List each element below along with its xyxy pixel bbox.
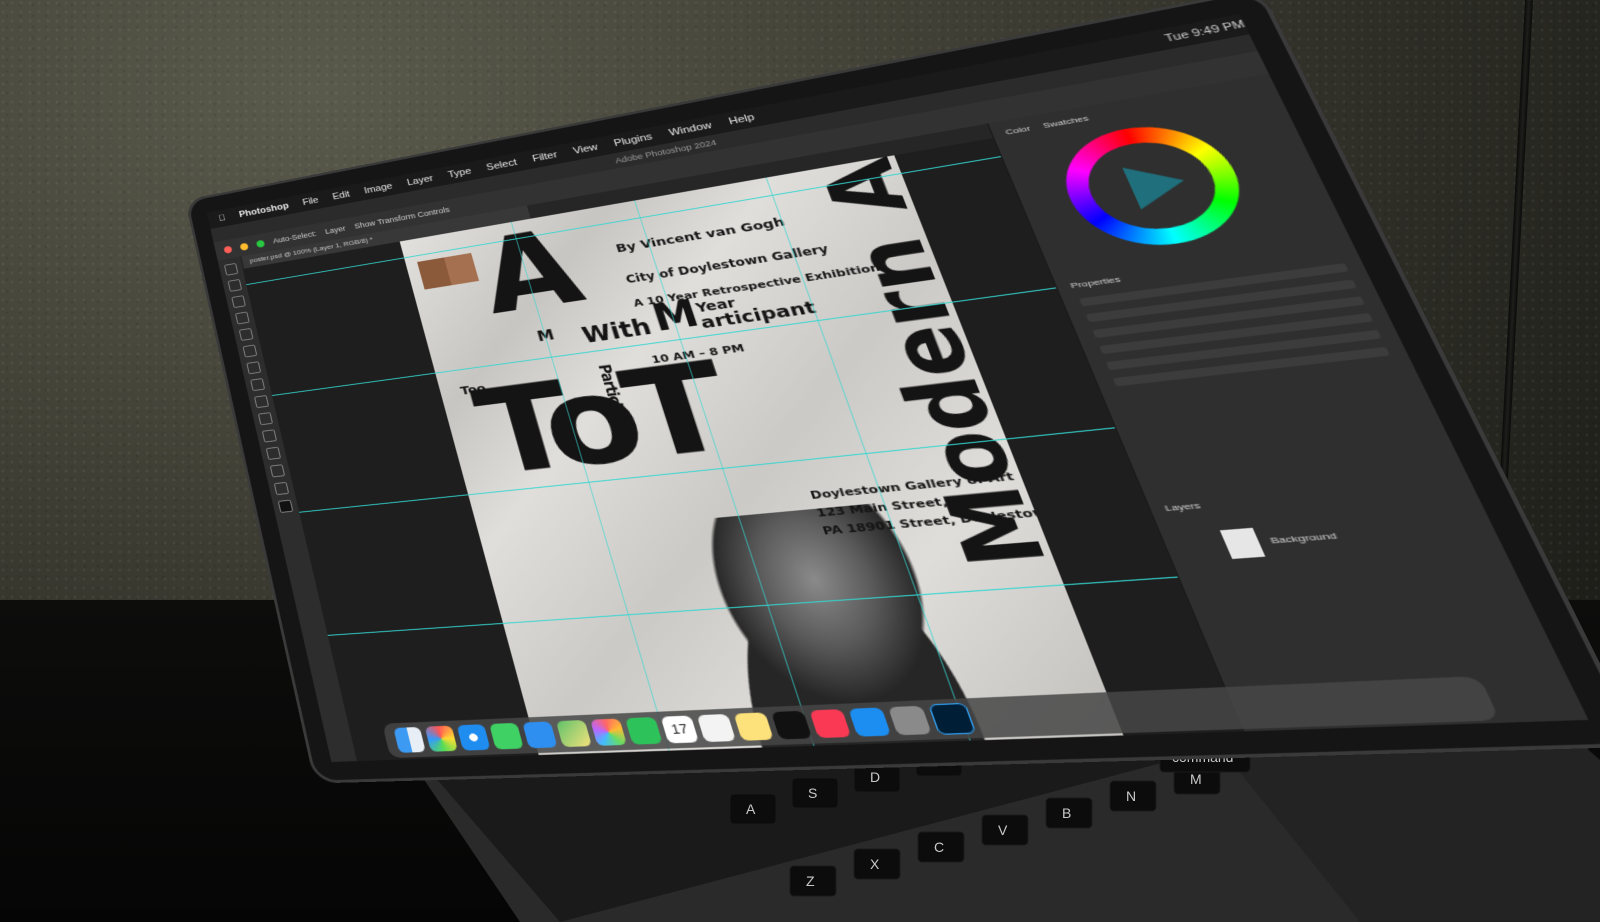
minimize-window-icon[interactable] xyxy=(239,242,249,251)
color-triangle[interactable] xyxy=(1122,159,1194,210)
maps-icon[interactable] xyxy=(555,719,592,748)
keyboard-key-label: M xyxy=(1190,771,1202,787)
facetime-icon[interactable] xyxy=(625,717,663,745)
settings-icon[interactable] xyxy=(887,705,932,736)
keyboard-key-label: S xyxy=(808,785,817,801)
menu-filter[interactable]: Filter xyxy=(531,150,559,164)
tab-properties[interactable]: Properties xyxy=(1069,275,1122,291)
mail-icon[interactable] xyxy=(522,721,558,749)
auto-select-label[interactable]: Auto-Select: xyxy=(272,229,317,245)
tv-icon[interactable] xyxy=(771,710,813,740)
keyboard-key-label: C xyxy=(934,839,944,855)
reminders-icon[interactable] xyxy=(696,713,737,743)
layer-dropdown[interactable]: Layer xyxy=(324,224,346,235)
color-panel-tabs: Color Swatches xyxy=(1004,114,1090,137)
stamp-tool-icon[interactable] xyxy=(246,361,262,375)
tab-swatches[interactable]: Swatches xyxy=(1041,114,1090,130)
photo-scene: `1234567890-=QWERTYUIOPASDFGHJKLZXCVBNMc… xyxy=(0,0,1600,922)
color-swatch-block xyxy=(417,252,480,290)
zoom-tool-icon[interactable] xyxy=(273,481,290,496)
appstore-icon[interactable] xyxy=(848,707,892,737)
keyboard-key-label: D xyxy=(870,769,880,785)
shape-tool-icon[interactable] xyxy=(265,446,282,460)
gradient-tool-icon[interactable] xyxy=(254,395,270,409)
move-tool-icon[interactable] xyxy=(223,262,239,276)
menu-edit[interactable]: Edit xyxy=(332,189,351,201)
messages-icon[interactable] xyxy=(489,722,524,750)
menu-select[interactable]: Select xyxy=(485,158,518,173)
crop-tool-icon[interactable] xyxy=(235,311,250,325)
color-wheel[interactable] xyxy=(1045,114,1263,256)
keyboard-key-label: N xyxy=(1126,788,1136,804)
menu-view[interactable]: View xyxy=(572,142,599,156)
poster-artboard[interactable]: A M Too 14 ToT Participant By Vincent va… xyxy=(399,155,1124,756)
color-wheel-center xyxy=(1073,133,1233,237)
eraser-tool-icon[interactable] xyxy=(250,378,266,392)
hand-tool-icon[interactable] xyxy=(269,464,286,478)
brush-tool-icon[interactable] xyxy=(242,344,258,358)
menu-help[interactable]: Help xyxy=(727,112,756,127)
keyboard-key-label: V xyxy=(998,822,1008,838)
pen-tool-icon[interactable] xyxy=(257,412,274,426)
type-tool-icon[interactable] xyxy=(261,429,278,443)
eyedropper-tool-icon[interactable] xyxy=(238,327,254,341)
notes-icon[interactable] xyxy=(733,712,774,741)
zoom-window-icon[interactable] xyxy=(255,239,266,248)
apple-icon[interactable]:  xyxy=(218,213,227,223)
menu-layer[interactable]: Layer xyxy=(406,174,434,188)
finder-icon[interactable] xyxy=(393,726,426,753)
safari-icon[interactable] xyxy=(456,724,491,751)
close-window-icon[interactable] xyxy=(223,245,233,254)
launchpad-icon[interactable] xyxy=(424,725,458,752)
menu-file[interactable]: File xyxy=(302,195,320,207)
keyboard-key-label: Z xyxy=(806,873,815,889)
menu-type[interactable]: Type xyxy=(447,166,473,180)
foreground-color-swatch[interactable] xyxy=(277,499,294,513)
poster-big-tot: ToT xyxy=(462,337,741,503)
photos-icon[interactable] xyxy=(590,718,628,746)
keyboard-key-label: X xyxy=(870,856,880,872)
photoshop-icon[interactable] xyxy=(928,702,977,735)
tab-color[interactable]: Color xyxy=(1004,124,1032,136)
layer-name[interactable]: Background xyxy=(1269,531,1339,546)
marquee-tool-icon[interactable] xyxy=(227,279,243,292)
menu-image[interactable]: Image xyxy=(363,181,394,196)
poster-big-a: A xyxy=(466,207,590,339)
lasso-tool-icon[interactable] xyxy=(231,295,246,309)
tab-layers[interactable]: Layers xyxy=(1163,501,1202,514)
music-icon[interactable] xyxy=(809,709,852,739)
keyboard-key-label: A xyxy=(746,801,756,817)
calendar-icon[interactable]: 17 xyxy=(660,715,700,744)
layer-thumbnail[interactable] xyxy=(1219,527,1266,560)
keyboard-key-label: B xyxy=(1062,805,1071,821)
